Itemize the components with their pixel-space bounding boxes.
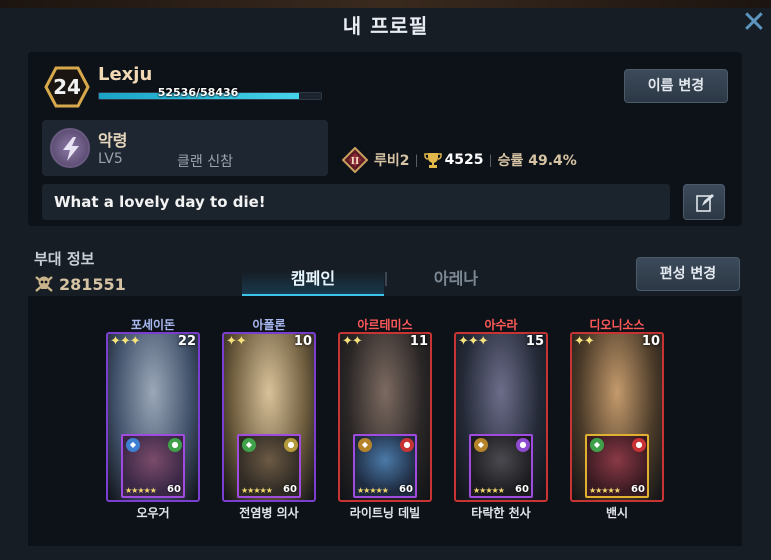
hero-stars: ✦✦ xyxy=(342,334,363,349)
sub-unit-name: 라이트닝 데빌 xyxy=(349,506,421,520)
change-formation-button[interactable]: 편성 변경 xyxy=(636,257,740,291)
hero-level: 11 xyxy=(409,334,428,349)
trophy-icon xyxy=(423,153,442,168)
top-edge xyxy=(0,0,771,8)
sub-unit-stars: ★★★★★ xyxy=(357,486,389,495)
hero-name: 포세이돈 xyxy=(130,318,176,332)
tab-campaign[interactable]: 캠페인 xyxy=(242,262,384,296)
class-badge-icon: ◆ xyxy=(126,438,140,452)
clan-card[interactable]: 악령 LV5 클랜 신참 xyxy=(42,120,328,176)
sub-unit-level: 60 xyxy=(515,484,529,495)
sub-unit-name: 타락한 천사 xyxy=(471,506,531,520)
skull-crossbones-icon xyxy=(35,276,53,292)
element-badge-icon: ● xyxy=(632,438,646,452)
sub-unit-stars: ★★★★★ xyxy=(473,486,505,495)
hero-card[interactable]: 아폴론 ✦✦ 10 ◆ ● ★★★★★ 60 전염병 의사 xyxy=(220,316,318,522)
rank-label: 루비2 xyxy=(374,153,410,169)
sub-unit-level: 60 xyxy=(399,484,413,495)
profile-panel: 24 Lexju 52536/58436 이름 변경 악령 LV5 클랜 신참 … xyxy=(28,52,742,226)
hero-name: 아수라 xyxy=(484,318,518,332)
level-value: 24 xyxy=(53,75,81,99)
separator: | xyxy=(414,153,419,167)
element-badge-icon: ● xyxy=(284,438,298,452)
hero-name: 아폴론 xyxy=(252,318,286,332)
window-title: 내 프로필 xyxy=(342,14,429,38)
hero-stars: ✦✦ xyxy=(226,334,247,349)
edit-motto-button[interactable] xyxy=(683,184,725,220)
edit-pencil-icon xyxy=(696,194,714,212)
sub-unit-stars: ★★★★★ xyxy=(589,486,621,495)
profile-motto: What a lovely day to die! xyxy=(42,184,670,220)
sub-unit-level: 60 xyxy=(167,484,181,495)
player-name: Lexju xyxy=(98,64,153,85)
rank-row: II 루비2 | 4525 | 승률 49.4% xyxy=(341,146,577,174)
sub-unit-stars: ★★★★★ xyxy=(125,486,157,495)
hero-level: 10 xyxy=(641,334,660,349)
clan-role: 클랜 신참 xyxy=(177,154,233,170)
winrate: 승률 49.4% xyxy=(497,153,577,169)
lightning-emblem-icon xyxy=(50,128,90,168)
sub-unit-name: 전염병 의사 xyxy=(239,506,299,520)
sub-unit-card[interactable]: ◆ ● ★★★★★ 60 xyxy=(121,434,185,498)
rename-button[interactable]: 이름 변경 xyxy=(624,69,728,103)
sub-unit-name: 오우거 xyxy=(136,506,170,520)
class-badge-icon: ◆ xyxy=(358,438,372,452)
sub-unit-level: 60 xyxy=(283,484,297,495)
class-badge-icon: ◆ xyxy=(474,438,488,452)
level-badge: 24 xyxy=(44,66,90,108)
sub-unit-stars: ★★★★★ xyxy=(241,486,273,495)
element-badge-icon: ● xyxy=(400,438,414,452)
svg-text:II: II xyxy=(351,157,359,167)
clan-level: LV5 xyxy=(98,151,123,167)
troop-info-title: 부대 정보 xyxy=(34,250,95,268)
hero-card[interactable]: 포세이돈 ✦✦✦ 22 ◆ ● ★★★★★ 60 오우거 xyxy=(104,316,202,522)
element-badge-icon: ● xyxy=(516,438,530,452)
sub-unit-card[interactable]: ◆ ● ★★★★★ 60 xyxy=(237,434,301,498)
hero-level: 15 xyxy=(525,334,544,349)
sub-unit-card[interactable]: ◆ ● ★★★★★ 60 xyxy=(353,434,417,498)
hero-name: 아르테미스 xyxy=(357,318,413,332)
tab-arena[interactable]: 아레나 xyxy=(390,262,522,296)
class-badge-icon: ◆ xyxy=(242,438,256,452)
hero-level: 22 xyxy=(177,334,196,349)
sub-unit-name: 밴시 xyxy=(605,506,629,520)
xp-text: 52536/58436 xyxy=(157,86,239,99)
hero-stars: ✦✦✦ xyxy=(110,334,141,349)
tab-divider xyxy=(385,272,387,286)
hero-level: 10 xyxy=(293,334,312,349)
hero-name: 디오니소스 xyxy=(589,318,645,332)
hero-stars: ✦✦✦ xyxy=(458,334,489,349)
sub-unit-card[interactable]: ◆ ● ★★★★★ 60 xyxy=(585,434,649,498)
separator: | xyxy=(488,153,493,167)
hero-card[interactable]: 디오니소스 ✦✦ 10 ◆ ● ★★★★★ 60 밴시 xyxy=(568,316,666,522)
sub-unit-level: 60 xyxy=(631,484,645,495)
troop-power: 281551 xyxy=(34,274,126,294)
clan-name: 악령 xyxy=(98,131,128,150)
hero-card[interactable]: 아르테미스 ✦✦ 11 ◆ ● ★★★★★ 60 라이트닝 데빌 xyxy=(336,316,434,522)
rank-ii-emblem-icon: II xyxy=(341,146,369,174)
element-badge-icon: ● xyxy=(168,438,182,452)
hero-card[interactable]: 아수라 ✦✦✦ 15 ◆ ● ★★★★★ 60 타락한 천사 xyxy=(452,316,550,522)
troop-power-value: 281551 xyxy=(59,274,126,294)
trophy-count: 4525 xyxy=(444,152,484,168)
hero-stars: ✦✦ xyxy=(574,334,595,349)
sub-unit-card[interactable]: ◆ ● ★★★★★ 60 xyxy=(469,434,533,498)
class-badge-icon: ◆ xyxy=(590,438,604,452)
close-icon[interactable]: ✕ xyxy=(740,8,768,38)
